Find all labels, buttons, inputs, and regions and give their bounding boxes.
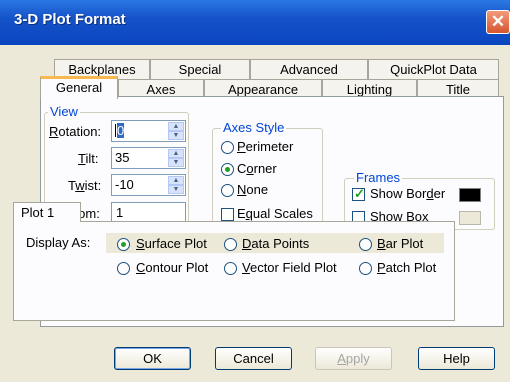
vector-field-plot-radio[interactable] <box>224 262 237 275</box>
frames-group-title: Frames <box>354 170 403 185</box>
none-radio[interactable] <box>221 184 234 197</box>
cancel-button[interactable]: Cancel <box>215 347 292 370</box>
twist-spinner[interactable]: -10 ▲ ▼ <box>111 174 186 196</box>
twist-label: Twist: <box>68 178 102 193</box>
show-border-label[interactable]: Show Border <box>370 186 445 202</box>
rotation-spinner[interactable]: 0 ▲ ▼ <box>111 120 186 142</box>
tab-general[interactable]: General <box>40 76 118 99</box>
title-bar: 3-D Plot Format ✕ <box>0 0 510 45</box>
tab-plot-1[interactable]: Plot 1 <box>13 202 81 222</box>
patch-plot-radio[interactable] <box>359 262 372 275</box>
rotation-label: Rotation: <box>49 124 102 139</box>
twist-value: -10 <box>115 177 134 192</box>
display-as-label: Display As: <box>26 235 91 250</box>
rotation-down-arrow-icon[interactable]: ▼ <box>168 131 184 140</box>
twist-down-arrow-icon[interactable]: ▼ <box>168 185 184 194</box>
window-title: 3-D Plot Format <box>14 11 126 28</box>
tilt-down-arrow-icon[interactable]: ▼ <box>168 158 184 167</box>
tab-special[interactable]: Special <box>150 59 250 79</box>
checkmark-icon: ✓ <box>354 186 365 201</box>
patch-plot-label[interactable]: Patch Plot <box>377 260 436 276</box>
border-color-swatch[interactable] <box>459 188 481 202</box>
help-button[interactable]: Help <box>418 347 495 370</box>
corner-label[interactable]: Corner <box>237 161 277 177</box>
tilt-spinner[interactable]: 35 ▲ ▼ <box>111 147 186 169</box>
vector-field-plot-label[interactable]: Vector Field Plot <box>242 260 337 276</box>
apply-button[interactable]: Apply <box>315 347 392 370</box>
tilt-value: 35 <box>115 150 130 165</box>
tilt-up-arrow-icon[interactable]: ▲ <box>168 149 184 158</box>
none-label[interactable]: None <box>237 182 268 198</box>
zoom-value: 1 <box>116 205 124 220</box>
data-points-radio[interactable] <box>224 238 237 251</box>
corner-radio[interactable] <box>221 163 234 176</box>
tab-advanced[interactable]: Advanced <box>250 59 368 79</box>
surface-plot-label[interactable]: Surface Plot <box>136 236 207 252</box>
twist-up-arrow-icon[interactable]: ▲ <box>168 176 184 185</box>
bar-plot-label[interactable]: Bar Plot <box>377 236 423 252</box>
ok-button[interactable]: OK <box>114 347 191 370</box>
equal-scales-label[interactable]: Equal Scales <box>237 206 313 222</box>
contour-plot-radio[interactable] <box>117 262 130 275</box>
axes-style-group-title: Axes Style <box>221 120 287 135</box>
tilt-label: Tilt: <box>78 151 99 166</box>
rotation-value: 0 <box>117 123 125 138</box>
show-border-checkbox[interactable]: ✓ <box>352 186 365 201</box>
box-color-swatch[interactable] <box>459 211 481 225</box>
data-points-label[interactable]: Data Points <box>242 236 309 252</box>
plot-options-panel: Display As: Surface Plot Data Points Bar… <box>13 221 455 321</box>
perimeter-label[interactable]: Perimeter <box>237 139 293 155</box>
view-group-title: View <box>48 104 80 119</box>
tab-quickplot-data[interactable]: QuickPlot Data <box>368 59 499 79</box>
rotation-up-arrow-icon[interactable]: ▲ <box>168 122 184 131</box>
contour-plot-label[interactable]: Contour Plot <box>136 260 208 276</box>
surface-plot-radio[interactable] <box>117 238 130 251</box>
equal-scales-checkbox[interactable] <box>221 208 234 221</box>
perimeter-radio[interactable] <box>221 141 234 154</box>
close-button[interactable]: ✕ <box>486 10 510 34</box>
bar-plot-radio[interactable] <box>359 238 372 251</box>
